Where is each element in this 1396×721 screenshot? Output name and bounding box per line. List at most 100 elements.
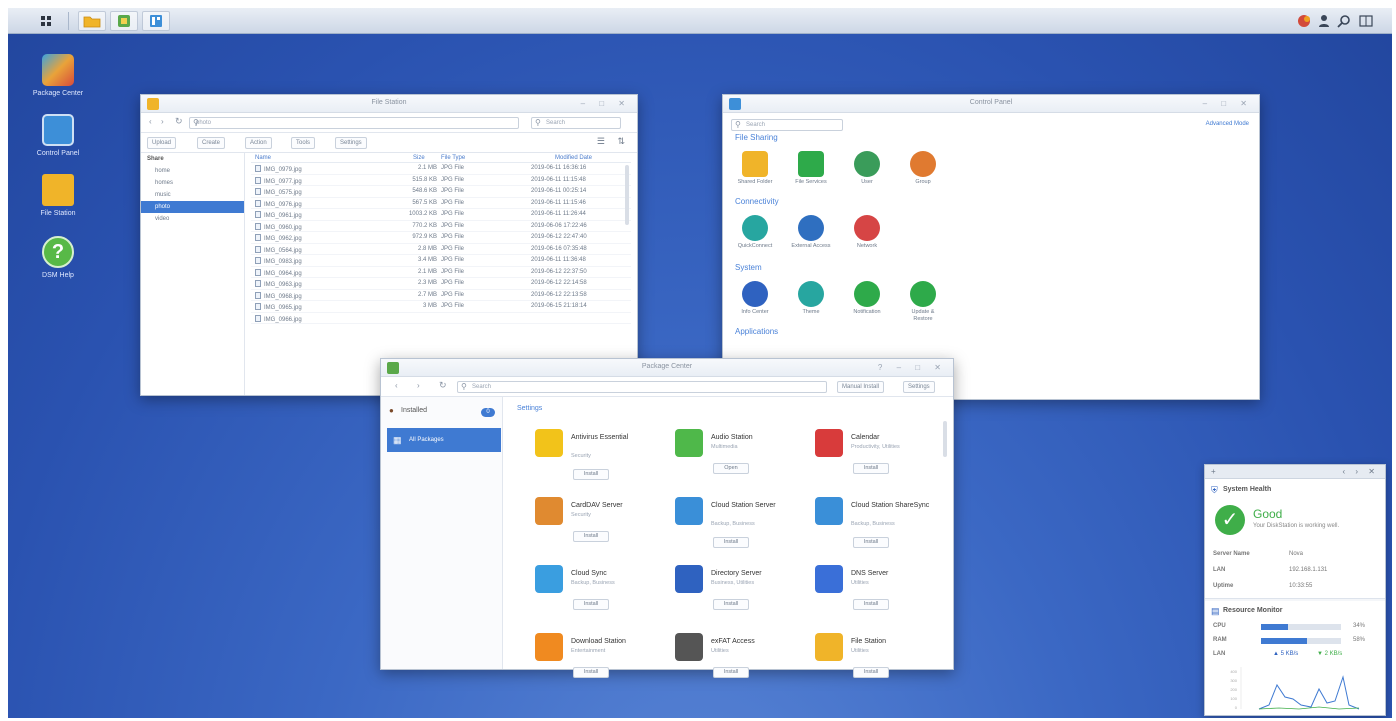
installed-label[interactable]: Installed [401,407,427,414]
table-row[interactable]: IMG_0564.jpg 2.8 MB JPG File 2019-06-16 07:… [251,244,631,255]
table-row[interactable]: IMG_0575.jpg 548.6 KB JPG File 2019-06-11 0… [251,186,631,198]
add-widget-icon[interactable]: + [1211,467,1216,476]
taskbar-file-station[interactable] [78,11,106,31]
window-controls[interactable]: – □ ✕ [1203,99,1253,108]
user-icon[interactable] [1316,13,1332,29]
all-packages-item[interactable]: ▦ All Packages [387,428,501,452]
table-row[interactable]: IMG_0966.jpg [251,313,631,324]
window-titlebar[interactable]: Package Center ? – □ ✕ [381,359,953,377]
back-icon[interactable]: ‹ [395,381,398,390]
package-card[interactable]: Audio Station Multimedia Open [669,423,801,491]
window-titlebar[interactable]: File Station – □ ✕ [141,95,637,113]
table-row[interactable]: IMG_0979.jpg 2.1 MB JPG File 2019-06-11 16:… [251,163,631,175]
package-action-button[interactable]: Open [713,463,749,474]
package-action-button[interactable]: Install [713,599,749,610]
tree-item-video[interactable]: video [141,213,244,225]
widgets-icon[interactable] [1358,13,1374,29]
settings-button[interactable]: Settings [335,137,367,149]
package-action-button[interactable]: Install [713,537,749,548]
desktop-icon-package-center[interactable]: Package Center [30,54,86,98]
control-panel-item[interactable]: Notification [847,281,887,316]
search-input[interactable]: Search [731,119,843,131]
control-panel-item[interactable]: Theme [791,281,831,316]
table-row[interactable]: IMG_0977.jpg 515.8 KB JPG File 2019-06-11 1… [251,175,631,186]
control-panel-item[interactable]: Shared Folder [735,151,775,186]
column-name[interactable]: Name [255,155,271,161]
package-card[interactable]: Download Station Entertainment Install [529,627,661,695]
tree-item-music[interactable]: music [141,189,244,201]
control-panel-item[interactable]: QuickConnect [735,215,775,250]
package-card[interactable]: DNS Server Utilities Install [809,559,941,627]
search-icon[interactable] [1336,13,1352,29]
table-row[interactable]: IMG_0962.jpg 972.9 KB JPG File 2019-06-12 2… [251,232,631,244]
table-row[interactable]: IMG_0968.jpg 2.7 MB JPG File 2019-06-12 22:… [251,290,631,301]
table-row[interactable]: IMG_0983.jpg 3.4 MB JPG File 2019-06-11 11:… [251,255,631,267]
control-panel-item[interactable]: User [847,151,887,186]
tree-root[interactable]: Share [141,153,244,165]
taskbar-control-panel[interactable] [142,11,170,31]
table-row[interactable]: IMG_0963.jpg 2.3 MB JPG File 2019-06-12 22:… [251,278,631,290]
package-action-button[interactable]: Install [713,667,749,678]
window-controls[interactable]: – □ ✕ [581,99,631,108]
forward-icon[interactable]: › [161,117,164,126]
taskbar-package-center[interactable] [110,11,138,31]
column-size[interactable]: Size [413,155,425,161]
package-action-button[interactable]: Install [573,667,609,678]
tree-item-photo[interactable]: photo [141,201,244,213]
package-card[interactable]: Directory Server Business, Utilities Insta… [669,559,801,627]
refresh-icon[interactable]: ↻ [175,116,183,127]
refresh-icon[interactable]: ↻ [439,380,447,391]
package-card[interactable]: Cloud Sync Backup, Business Install [529,559,661,627]
tree-item-homes[interactable]: homes [141,177,244,189]
package-action-button[interactable]: Install [573,531,609,542]
path-field[interactable]: photo [189,117,519,129]
window-controls[interactable]: ? – □ ✕ [878,363,947,372]
package-card[interactable]: CardDAV Server Security Install [529,491,661,559]
package-action-button[interactable]: Install [573,599,609,610]
desktop-icon-control-panel[interactable]: Control Panel [30,114,86,158]
package-card[interactable]: exFAT Access Utilities Install [669,627,801,695]
control-panel-item[interactable]: Group [903,151,943,186]
desktop-icon-help[interactable]: ? DSM Help [30,236,86,280]
advanced-mode-link[interactable]: Advanced Mode [1206,121,1249,127]
sort-icon[interactable]: ⇅ [617,136,625,147]
scrollbar[interactable] [943,421,947,457]
table-row[interactable]: IMG_0961.jpg 1003.2 KB JPG File 2019-06-11 … [251,209,631,221]
control-panel-item[interactable]: File Services [791,151,831,186]
package-action-button[interactable]: Install [853,537,889,548]
table-row[interactable]: IMG_0960.jpg 770.2 KB JPG File 2019-06-06 1… [251,221,631,232]
forward-icon[interactable]: › [417,381,420,390]
package-action-button[interactable]: Install [573,469,609,480]
action-button[interactable]: Action [245,137,272,149]
control-panel-item[interactable]: Network [847,215,887,250]
package-card[interactable]: Calendar Productivity, Utilities Install [809,423,941,491]
notifications-icon[interactable] [1296,13,1312,29]
package-action-button[interactable]: Install [853,667,889,678]
desktop-icon-file-station[interactable]: File Station [30,174,86,218]
control-panel-item[interactable]: External Access [791,215,831,250]
control-panel-item[interactable]: Update & Restore [903,281,943,323]
package-card[interactable]: Cloud Station Server Backup, Business Inst… [669,491,801,559]
column-type[interactable]: File Type [441,155,465,161]
window-titlebar[interactable]: Control Panel – □ ✕ [723,95,1259,113]
tree-item-home[interactable]: home [141,165,244,177]
column-modified[interactable]: Modified Date [555,155,592,161]
package-card[interactable]: Cloud Station ShareSync Backup, Business I… [809,491,941,559]
upload-button[interactable]: Upload [147,137,177,149]
main-menu-button[interactable] [32,11,60,31]
back-icon[interactable]: ‹ [149,117,152,126]
scrollbar[interactable] [625,165,629,225]
search-input[interactable]: Search [457,381,827,393]
manual-install-button[interactable]: Manual Install [837,381,885,393]
search-input[interactable]: Search [531,117,621,129]
table-row[interactable]: IMG_0964.jpg 2.1 MB JPG File 2019-06-12 22:… [251,267,631,278]
package-action-button[interactable]: Install [853,463,889,474]
view-mode-icon[interactable]: ☰ [597,136,605,147]
settings-button[interactable]: Settings [903,381,935,393]
widget-controls[interactable]: ‹ › ✕ [1343,467,1379,476]
package-card[interactable]: File Station Utilities Install [809,627,941,695]
tools-button[interactable]: Tools [291,137,316,149]
table-row[interactable]: IMG_0965.jpg 3 MB JPG File 2019-06-15 21:18… [251,301,631,313]
package-action-button[interactable]: Install [853,599,889,610]
package-card[interactable]: Antivirus Essential Security Install [529,423,661,491]
